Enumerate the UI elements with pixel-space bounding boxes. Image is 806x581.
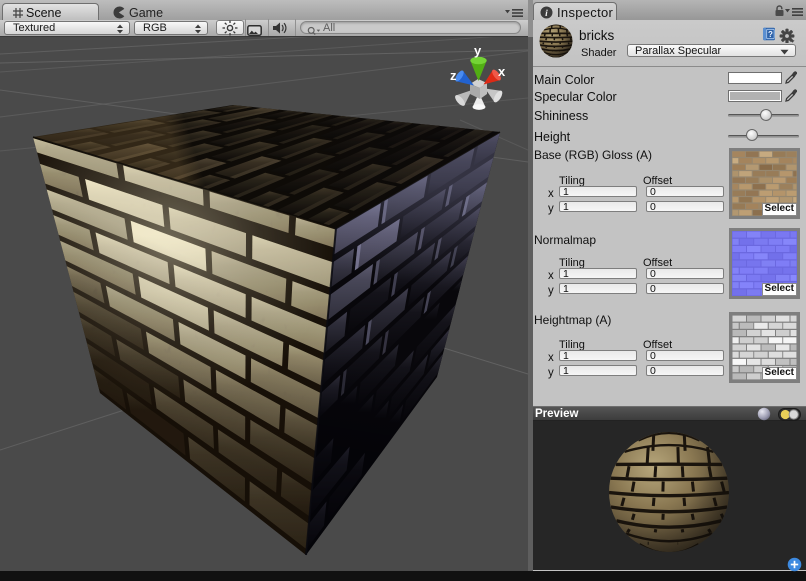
svg-text:?: ?	[768, 30, 773, 39]
svg-text:x: x	[498, 64, 506, 79]
svg-text:i: i	[545, 8, 548, 18]
svg-text:z: z	[450, 68, 457, 83]
svg-text:y: y	[474, 43, 482, 58]
